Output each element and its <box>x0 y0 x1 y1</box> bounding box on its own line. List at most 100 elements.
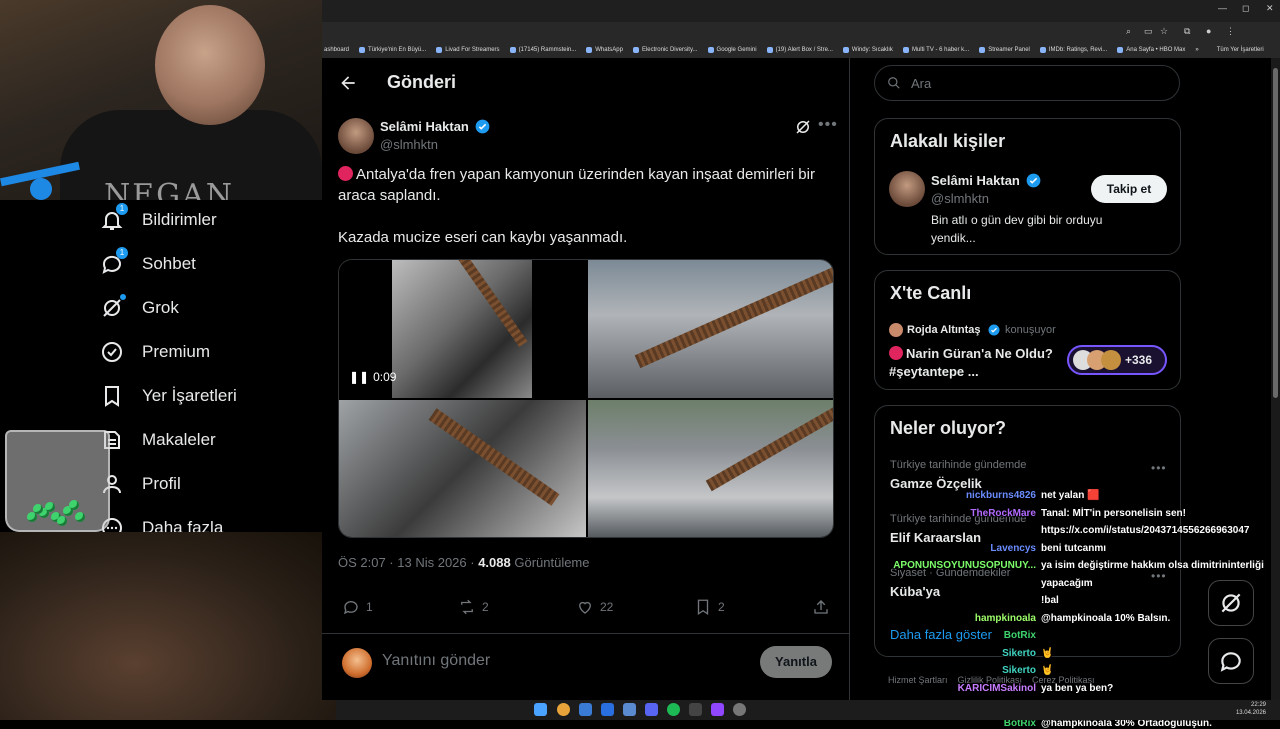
bookmark-label: (17145) Rammstein... <box>518 47 577 53</box>
repost-icon[interactable] <box>458 598 476 616</box>
like-action[interactable]: 22 <box>576 598 613 616</box>
follow-button[interactable]: Takip et <box>1091 175 1167 203</box>
bookmark-item[interactable]: Electronic Diversity... <box>632 47 698 53</box>
reply-input[interactable]: Yanıtını gönder <box>382 652 490 670</box>
media-image-3[interactable] <box>339 400 586 537</box>
system-clock[interactable]: 22:29 13.04.2026 <box>1236 701 1266 717</box>
all-bookmarks-button[interactable]: Tüm Yer İşaretleri <box>1217 47 1264 53</box>
discord-icon[interactable] <box>645 703 658 716</box>
webcam-lower <box>0 532 336 720</box>
extensions-icon[interactable]: ⧉ <box>1184 26 1190 37</box>
chat-username[interactable]: Sikerto <box>880 648 1036 659</box>
nav-item-grok[interactable]: Grok <box>100 294 179 320</box>
bookmarks-overflow-button[interactable]: » <box>1195 47 1198 53</box>
author-avatar[interactable] <box>338 118 374 154</box>
chat-username[interactable]: TheRockMare <box>880 508 1036 519</box>
nav-item-profile[interactable]: Profil <box>100 472 181 496</box>
close-icon[interactable]: ✕ <box>1266 3 1274 14</box>
chat-username[interactable]: Sikerto <box>880 665 1036 676</box>
author-name[interactable]: Selâmi Haktan <box>380 119 469 134</box>
chat-username[interactable]: APONUNSOYUNUSOPUNUY... <box>880 560 1036 571</box>
nav-item-premium[interactable]: Premium <box>100 340 210 364</box>
bookmark-item[interactable]: Google Gemini <box>707 47 757 53</box>
scroll-thumb[interactable] <box>1273 68 1278 398</box>
grok-icon[interactable] <box>794 118 812 136</box>
media-image-2[interactable] <box>588 260 833 398</box>
bookmark-favicon-icon <box>842 47 849 53</box>
minimize-icon[interactable]: — <box>1218 3 1227 13</box>
heart-icon[interactable] <box>576 598 594 616</box>
related-avatar[interactable] <box>889 171 925 207</box>
video-timer[interactable]: ❚❚ 0:09 <box>349 370 396 384</box>
bookmark-icon[interactable] <box>694 598 712 616</box>
spotify-icon[interactable] <box>667 703 680 716</box>
reply-action[interactable]: 1 <box>342 598 373 616</box>
app-icon[interactable] <box>689 703 702 716</box>
bookmark-count: 2 <box>718 600 725 614</box>
bookmark-item[interactable]: ashboard <box>324 47 349 53</box>
steam-icon[interactable] <box>623 703 636 716</box>
media-video[interactable]: ❚❚ 0:09 <box>339 260 586 398</box>
post-media-grid[interactable]: ❚❚ 0:09 <box>338 259 834 538</box>
post-timestamp[interactable]: ÖS 2:07 · 13 Nis 2026 · <box>338 555 478 570</box>
pause-icon[interactable]: ❚❚ <box>349 370 369 384</box>
search-input[interactable]: Ara <box>874 65 1180 101</box>
related-bio: Bin atlı o gün dev gibi bir orduyu yendi… <box>931 213 1103 245</box>
live-count: +336 <box>1125 353 1153 367</box>
bookmarks-bar: ashboard Türkiye'nin En Büyü... Livad For … <box>322 42 1280 58</box>
repost-action[interactable]: 2 <box>458 598 489 616</box>
messages-float-button[interactable] <box>1208 638 1254 684</box>
chat-username[interactable]: BotRix <box>880 630 1036 641</box>
profile-avatar-icon[interactable]: ● <box>1206 26 1211 36</box>
obs-icon[interactable] <box>733 703 746 716</box>
live-listeners-pill[interactable]: +336 <box>1067 345 1167 375</box>
nav-item-bell[interactable]: 1 Bildirimler <box>100 203 217 232</box>
bookmark-item[interactable]: Windy: Sıcaklık <box>842 47 893 53</box>
share-action[interactable] <box>812 598 830 616</box>
related-name[interactable]: Selâmi Haktan <box>931 173 1020 188</box>
bookmark-action[interactable]: 2 <box>694 598 725 616</box>
bookmark-item[interactable]: (19) Alert Box / Stre... <box>766 47 833 53</box>
bookmark-item[interactable]: (17145) Rammstein... <box>509 47 577 53</box>
bookmark-item[interactable]: Multi TV - 6 haber k... <box>902 47 969 53</box>
maximize-icon[interactable]: ◻ <box>1242 3 1249 14</box>
bookmark-item[interactable]: WhatsApp <box>586 47 623 53</box>
bookmark-item[interactable]: Türkiye'nin En Büyü... <box>359 47 426 53</box>
share-icon[interactable] <box>812 598 830 616</box>
cast-icon[interactable]: ▭ <box>1144 26 1153 37</box>
bookmark-item[interactable]: Ana Sayfa • HBO Max <box>1117 47 1185 53</box>
media-image-4[interactable] <box>588 400 833 537</box>
bookmark-label: IMDb: Ratings, Revi... <box>1048 47 1108 53</box>
reply-count: 1 <box>366 600 373 614</box>
author-handle[interactable]: @slmhktn <box>380 137 438 152</box>
bookmark-item[interactable]: Livad For Streamers <box>436 47 500 53</box>
live-topic[interactable]: Narin Güran'a Ne Oldu? #şeytantepe ... <box>889 345 1057 381</box>
back-arrow-icon[interactable] <box>338 73 358 93</box>
live-host-name[interactable]: Rojda Altıntaş <box>907 324 981 336</box>
start-icon[interactable] <box>534 703 547 716</box>
chat-username[interactable]: Lavencys <box>880 543 1036 554</box>
explorer-icon[interactable] <box>579 703 592 716</box>
bookmark-favicon-icon <box>707 47 714 53</box>
nav-item-bookmark[interactable]: Yer İşaretleri <box>100 384 237 408</box>
app-icon[interactable] <box>601 703 614 716</box>
reply-button[interactable]: Yanıtla <box>760 646 832 678</box>
grok-float-button[interactable] <box>1208 580 1254 626</box>
bookmark-item[interactable]: IMDb: Ratings, Revi... <box>1039 47 1108 53</box>
star-icon[interactable]: ☆ <box>1160 26 1168 37</box>
nav-item-article[interactable]: Makaleler <box>100 428 216 452</box>
trend-more-icon[interactable]: ••• <box>1151 461 1167 475</box>
zoom-icon[interactable]: ⌕ <box>1126 26 1131 37</box>
kick-icon[interactable] <box>711 703 724 716</box>
menu-icon[interactable]: ⋮ <box>1226 26 1235 37</box>
reply-icon[interactable] <box>342 598 360 616</box>
chat-username[interactable]: nickburns4826 <box>880 490 1036 501</box>
chat-username[interactable]: hampkinoala <box>880 613 1036 624</box>
related-handle[interactable]: @slmhktn <box>931 191 989 206</box>
chat-username[interactable]: KARICIMSakinol <box>880 683 1036 694</box>
chat-text: beni tutcanmı <box>1041 542 1107 554</box>
chrome-icon[interactable] <box>557 703 570 716</box>
more-options-icon[interactable]: ••• <box>818 116 838 134</box>
bookmark-item[interactable]: Streamer Panel <box>979 47 1030 53</box>
nav-item-chat[interactable]: 1 Sohbet <box>100 247 196 276</box>
